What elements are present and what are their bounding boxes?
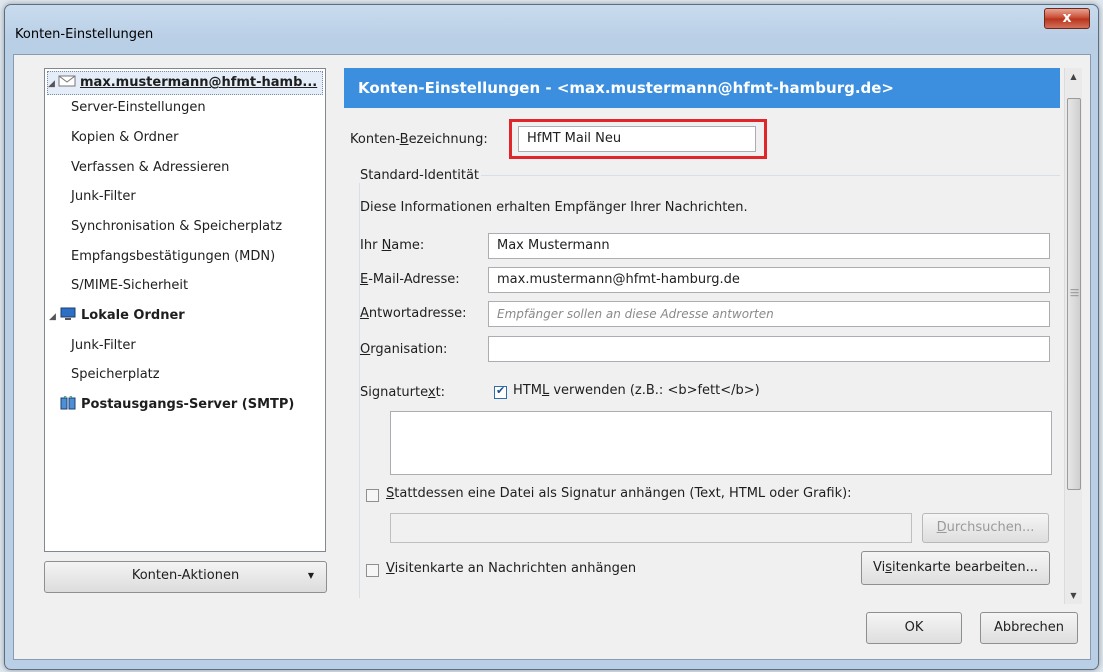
close-icon: x [1062,10,1072,26]
dialog-client: ◢ max.mustermann@hfmt-hamb... Server-Eins… [13,54,1091,660]
file-signature-checkbox[interactable] [366,489,379,502]
panel-scrollbar[interactable]: ▲ — — — ▼ [1064,68,1082,604]
computer-icon [60,307,76,320]
scroll-grip-icon: — — — [1070,285,1079,301]
account-tree[interactable]: ◢ max.mustermann@hfmt-hamb... Server-Eins… [44,68,326,552]
window-title: Konten-Einstellungen [15,27,154,42]
organization-input[interactable] [488,336,1050,362]
reply-to-input[interactable]: Empfänger sollen an diese Adresse antwor… [488,301,1050,327]
vcard-label[interactable]: Visitenkarte an Nachrichten anhängen [386,561,636,576]
scroll-down-arrow-icon[interactable]: ▼ [1065,587,1082,604]
cancel-button[interactable]: Abbrechen [980,612,1078,644]
vcard-checkbox[interactable] [366,564,379,577]
edit-vcard-button[interactable]: Visitenkarte bearbeiten... [861,551,1050,585]
highlight-annotation [509,119,767,159]
html-signature-checkbox[interactable] [494,384,507,399]
ok-button[interactable]: OK [866,612,962,644]
html-signature-label[interactable]: HTML verwenden (z.B.: <b>fett</b>) [513,383,760,398]
signature-textarea[interactable] [390,411,1052,475]
browse-button: Durchsuchen... [922,513,1049,543]
settings-panel: Konten-Einstellungen - <max.mustermann@h… [344,68,1060,598]
account-actions-button[interactable]: Konten-Aktionen ▼ [44,561,327,593]
name-input[interactable]: Max Mustermann [488,233,1050,259]
organization-label: Organisation: [360,342,448,357]
tree-item-local-folders[interactable]: ◢ Lokale Ordner [49,305,185,327]
tree-item-composition[interactable]: Verfassen & Adressieren [71,157,229,179]
close-button[interactable]: x [1044,8,1090,29]
tree-item-local-storage[interactable]: Speicherplatz [71,364,160,386]
tree-item-smime[interactable]: S/MIME-Sicherheit [71,275,188,297]
reply-to-label: Antwortadresse: [360,306,467,321]
tree-item-account[interactable]: ◢ max.mustermann@hfmt-hamb... [47,71,323,95]
signature-file-input [390,513,912,543]
signature-label: Signaturtext: [360,385,446,400]
tree-item-server-settings[interactable]: Server-Einstellungen [71,97,206,119]
tree-item-receipts[interactable]: Empfangsbestätigungen (MDN) [71,246,275,268]
identity-info-text: Diese Informationen erhalten Empfänger I… [360,200,748,215]
mail-envelope-icon [58,75,76,87]
dropdown-arrow-icon: ▼ [307,571,314,580]
name-label: Ihr Name: [360,238,425,253]
email-label: E-Mail-Adresse: [360,272,460,287]
collapse-triangle-icon[interactable]: ◢ [48,73,58,95]
collapse-triangle-icon[interactable]: ◢ [49,306,59,328]
identity-group-label: Standard-Identität [358,168,482,183]
file-signature-label[interactable]: Stattdessen eine Datei als Signatur anhä… [386,486,852,501]
tree-item-smtp[interactable]: Postausgangs-Server (SMTP) [49,394,294,416]
network-server-icon [60,396,76,410]
tree-item-sync-storage[interactable]: Synchronisation & Speicherplatz [71,216,282,238]
dialog-window: Konten-Einstellungen x ◢ max.mustermann@h… [4,4,1099,670]
scroll-thumb[interactable]: — — — [1067,98,1081,490]
tree-item-copies-folders[interactable]: Kopien & Ordner [71,127,179,149]
panel-header: Konten-Einstellungen - <max.mustermann@h… [344,68,1060,108]
account-name-label: Konten-Bezeichnung: [350,132,488,147]
tree-item-junk-filter[interactable]: Junk-Filter [71,186,136,208]
scroll-up-arrow-icon[interactable]: ▲ [1065,68,1082,85]
tree-item-local-junk-filter[interactable]: Junk-Filter [71,335,136,357]
email-input[interactable]: max.mustermann@hfmt-hamburg.de [488,267,1050,293]
